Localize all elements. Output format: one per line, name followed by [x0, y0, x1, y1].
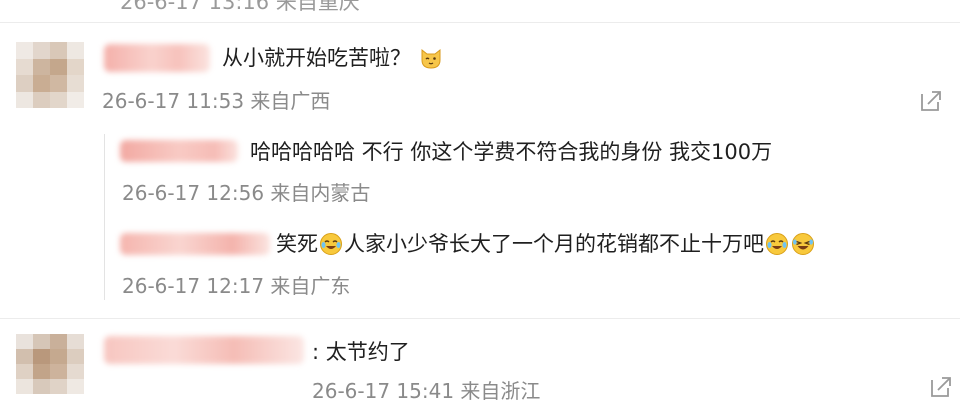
- divider: [0, 22, 960, 23]
- avatar[interactable]: [16, 42, 84, 108]
- reply-meta: 26-6-17 12:56 来自内蒙古: [122, 181, 371, 205]
- reply-text: 哈哈哈哈哈 不行 你这个学费不符合我的身份 我交100万: [250, 140, 773, 164]
- username-blurred[interactable]: [120, 140, 238, 162]
- divider: [0, 318, 960, 319]
- comment-text: 从小就开始吃苦啦？: [222, 43, 444, 73]
- comment-text-content: 从小就开始吃苦啦？: [222, 46, 411, 70]
- share-icon[interactable]: [928, 374, 954, 400]
- laughing-face-icon: [792, 233, 814, 255]
- reply-text-part: 笑死: [276, 232, 318, 256]
- username-blurred[interactable]: [104, 44, 210, 72]
- reply-meta: 26-6-17 12:17 来自广东: [122, 274, 351, 298]
- reply-text-part: 人家小少爷长大了一个月的花销都不止十万吧: [344, 232, 764, 256]
- username-blurred[interactable]: [120, 233, 270, 255]
- previous-comment-meta: 26-6-17 13:16 来自重庆: [120, 0, 360, 14]
- share-icon[interactable]: [918, 88, 944, 114]
- comment-meta: 26-6-17 15:41 来自浙江: [312, 379, 541, 403]
- reply-text: 笑死 人家小少爷长大了一个月的花销都不止十万吧: [276, 229, 816, 259]
- cat-face-icon: [421, 48, 441, 69]
- comment-meta: 26-6-17 11:53 来自广西: [102, 89, 331, 113]
- crying-laughing-face-icon: [766, 233, 788, 255]
- crying-laughing-face-icon: [320, 233, 342, 255]
- reply-thread-line: [104, 134, 105, 300]
- avatar[interactable]: [16, 334, 84, 394]
- username-blurred[interactable]: [104, 336, 304, 364]
- comment-text: : 太节约了: [312, 340, 410, 364]
